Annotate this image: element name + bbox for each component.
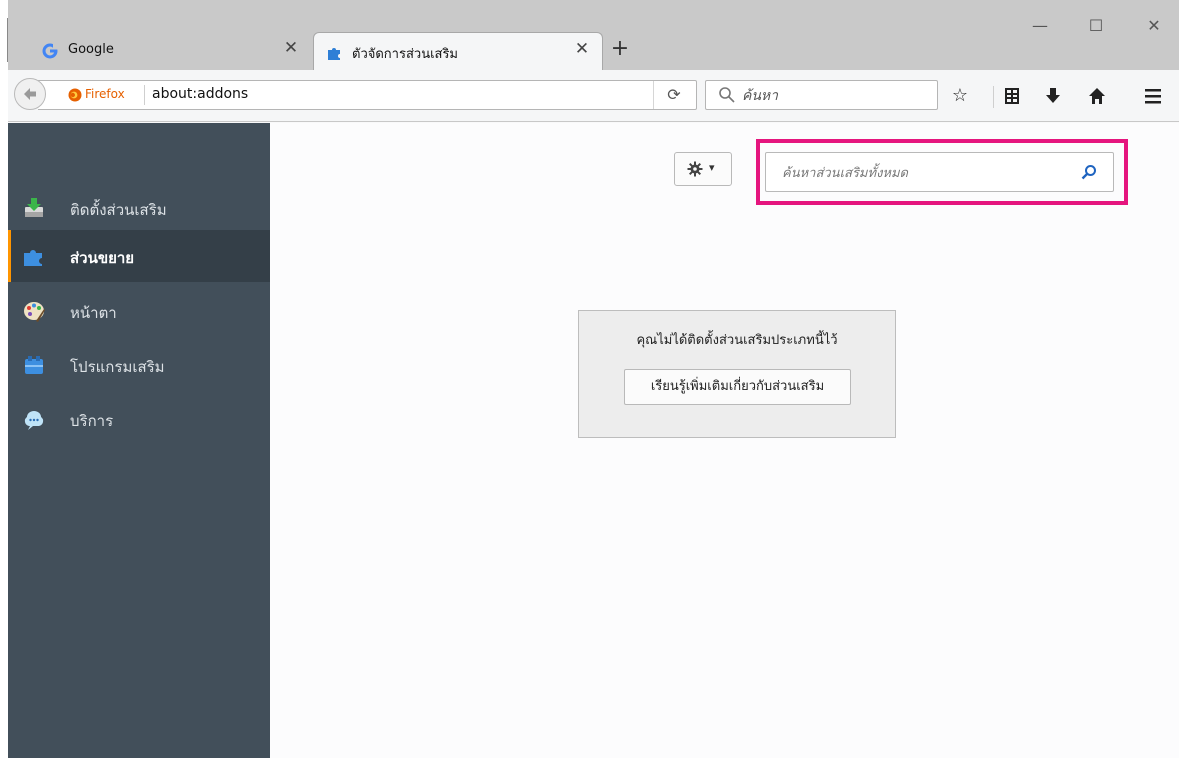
close-tab-icon[interactable]: ✕: [281, 38, 301, 58]
home-icon[interactable]: [1083, 82, 1111, 110]
sidebar-item-label: ติดตั้งส่วนเสริม: [70, 201, 167, 219]
plugins-icon: [25, 356, 43, 374]
toolbar-separator: [993, 86, 994, 108]
url-text[interactable]: about:addons: [152, 86, 248, 102]
tab-title: Google: [68, 42, 114, 57]
sidebar-item-label: หน้าตา: [70, 304, 117, 322]
categories-sidebar: ติดตั้งส่วนเสริม ส่วนขยาย หน้าตา โปรแกรม…: [8, 123, 270, 758]
addons-content: ▾ คุณไม่ได้ติดตั้งส่วนเสริมประเภทนี้ไว้ …: [270, 123, 1179, 758]
search-go-icon[interactable]: [1081, 164, 1097, 180]
sidebar-item-appearance[interactable]: หน้าตา: [8, 285, 270, 337]
identity-label[interactable]: Firefox: [85, 87, 125, 101]
minimize-button[interactable]: —: [1020, 14, 1060, 38]
screen-edge: [0, 0, 8, 758]
close-tab-icon[interactable]: ✕: [572, 39, 592, 59]
maximize-button[interactable]: ☐: [1076, 14, 1116, 38]
sidebar-item-extensions[interactable]: ส่วนขยาย: [8, 230, 270, 282]
url-separator: [144, 85, 145, 105]
appearance-icon: [24, 302, 45, 322]
tab-strip: Google ✕ ตัวจัดการส่วนเสริม ✕ + — ☐ ✕: [8, 0, 1179, 70]
sidebar-item-get-addons[interactable]: ติดตั้งส่วนเสริม: [8, 182, 270, 234]
addon-search-box[interactable]: [765, 152, 1114, 192]
empty-message: คุณไม่ได้ติดตั้งส่วนเสริมประเภทนี้ไว้: [636, 333, 838, 348]
tab-google[interactable]: Google ✕: [30, 32, 311, 70]
url-bar[interactable]: Firefox about:addons ⟳: [38, 80, 697, 110]
firefox-icon: [68, 88, 82, 102]
bookmark-star-icon[interactable]: ☆: [946, 82, 974, 110]
navigation-toolbar: Firefox about:addons ⟳ ☆: [8, 70, 1179, 122]
sidebar-item-label: โปรแกรมเสริม: [70, 358, 165, 376]
sidebar-item-label: ส่วนขยาย: [70, 249, 135, 267]
web-search-bar[interactable]: [705, 80, 938, 110]
sidebar-item-services[interactable]: บริการ: [8, 393, 270, 445]
learn-more-button[interactable]: เรียนรู้เพิ่มเติมเกี่ยวกับส่วนเสริม: [624, 369, 851, 405]
google-g-icon: [42, 43, 58, 59]
gear-icon: [687, 161, 703, 177]
hamburger-menu-icon[interactable]: [1139, 82, 1167, 110]
search-icon: [719, 87, 735, 103]
back-button[interactable]: [14, 78, 46, 110]
new-tab-button[interactable]: +: [608, 38, 632, 62]
puzzle-piece-icon: [328, 48, 340, 60]
sidebar-item-label: บริการ: [70, 412, 114, 430]
tab-title: ตัวจัดการส่วนเสริม: [352, 47, 459, 62]
empty-notice: คุณไม่ได้ติดตั้งส่วนเสริมประเภทนี้ไว้ เร…: [578, 310, 896, 438]
tools-menu-button[interactable]: ▾: [674, 152, 732, 186]
addon-search-input[interactable]: [780, 162, 1074, 184]
download-icon[interactable]: [1039, 82, 1067, 110]
browser-window: Google ✕ ตัวจัดการส่วนเสริม ✕ + — ☐ ✕ Fi…: [8, 0, 1179, 758]
sidebar-item-plugins[interactable]: โปรแกรมเสริม: [8, 339, 270, 391]
back-arrow-icon: [24, 88, 36, 100]
services-icon: [24, 411, 44, 430]
tab-addons-manager[interactable]: ตัวจัดการส่วนเสริม ✕: [313, 32, 603, 70]
extensions-icon: [24, 250, 42, 266]
web-search-input[interactable]: [740, 84, 934, 108]
chevron-down-icon: ▾: [709, 161, 715, 174]
reload-icon[interactable]: ⟳: [653, 81, 694, 109]
bookmarks-menu-icon[interactable]: [998, 82, 1026, 110]
get-addons-icon: [25, 198, 43, 217]
close-window-button[interactable]: ✕: [1134, 14, 1174, 38]
